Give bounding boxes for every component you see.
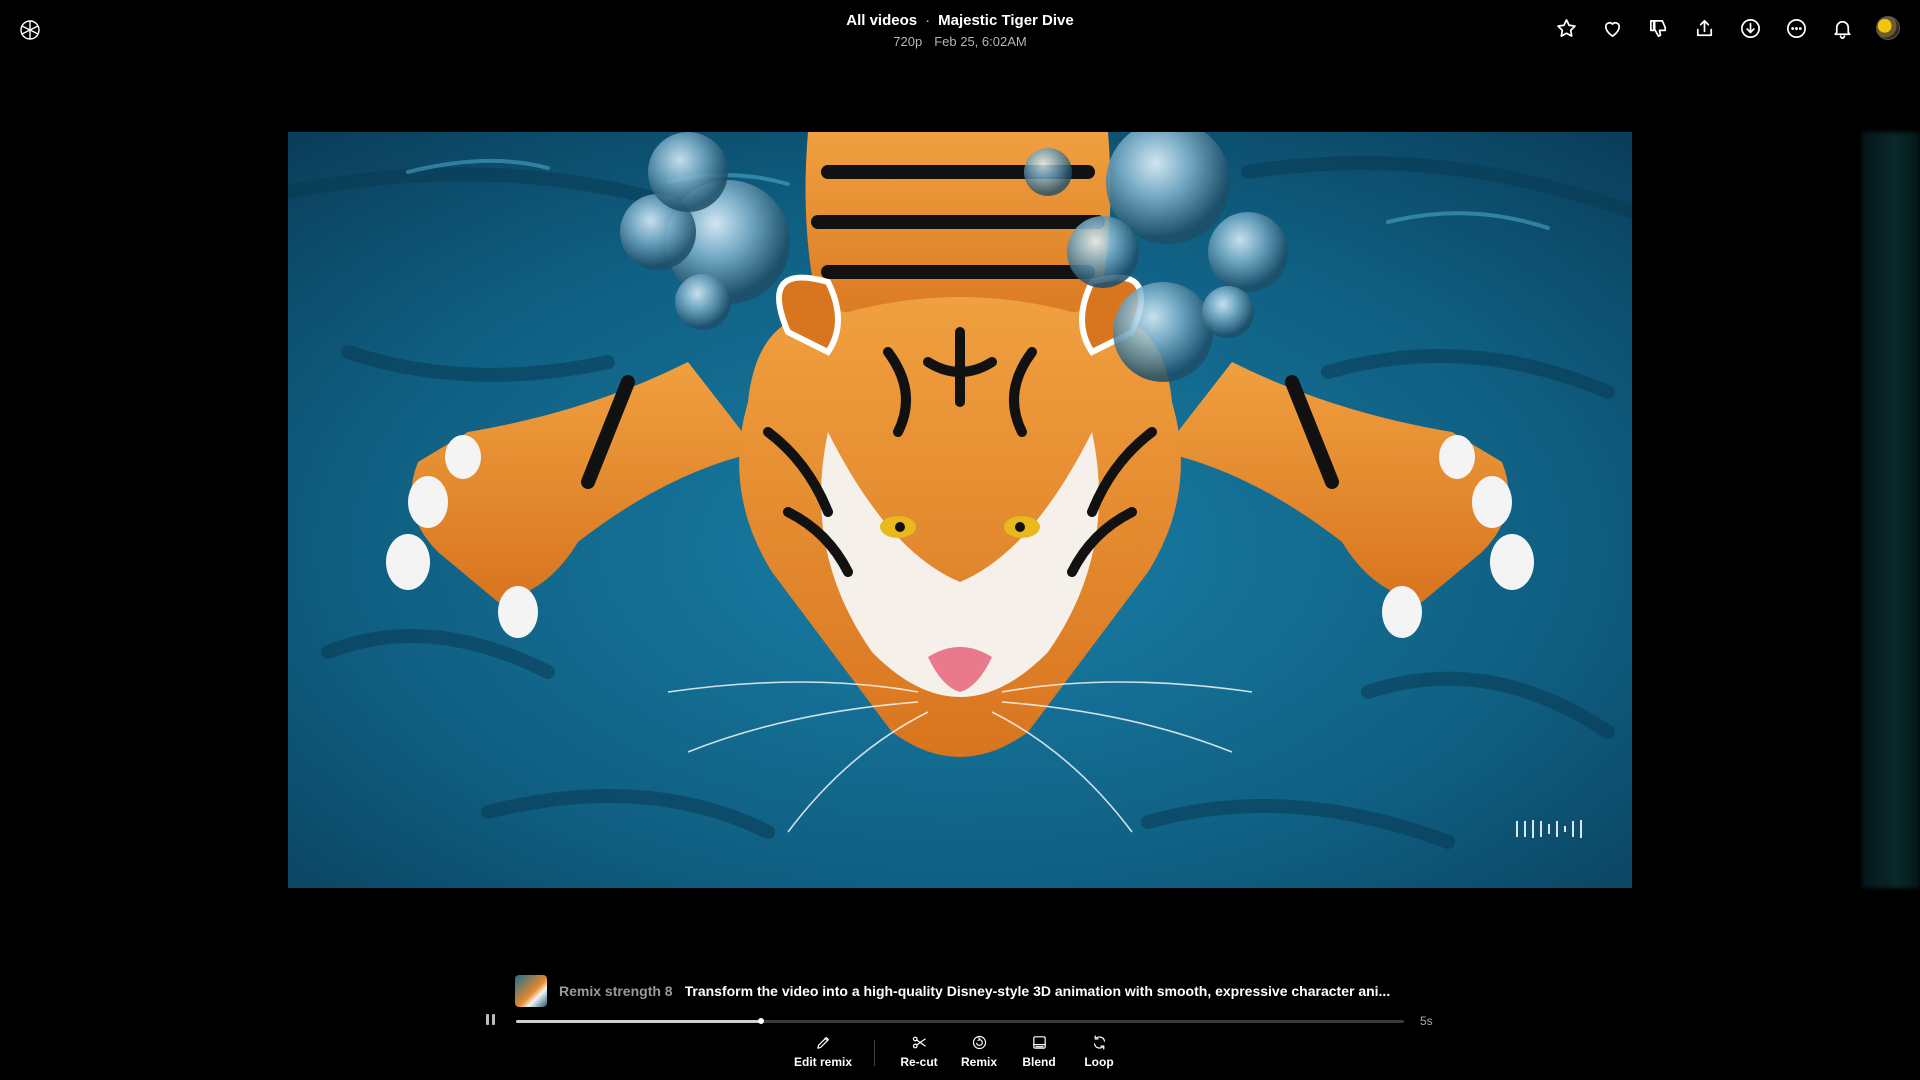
audio-waveform-indicator (1516, 820, 1582, 838)
loop-button[interactable]: Loop (1069, 1034, 1129, 1069)
blend-label: Blend (1022, 1055, 1056, 1069)
top-action-bar (1554, 16, 1900, 40)
user-avatar[interactable] (1876, 16, 1900, 40)
share-button[interactable] (1692, 16, 1716, 40)
video-timestamp: Feb 25, 6:02AM (934, 34, 1027, 49)
breadcrumb-all-videos[interactable]: All videos (846, 12, 917, 29)
recut-button[interactable]: Re-cut (889, 1034, 949, 1069)
video-player[interactable] (288, 132, 1632, 888)
download-icon (1740, 18, 1760, 38)
prompt-text[interactable]: Transform the video into a high-quality … (685, 983, 1391, 999)
blend-icon (1032, 1036, 1046, 1049)
scissors-icon (912, 1036, 926, 1049)
remix-toolbar: Edit remix Re-cut Remix Blend Loop (788, 1034, 1129, 1069)
video-title: Majestic Tiger Dive (938, 12, 1074, 29)
remix-icon (972, 1035, 986, 1050)
video-frame (288, 132, 1632, 888)
dislike-button[interactable] (1646, 16, 1670, 40)
playback-progress-bar[interactable] (516, 1018, 1404, 1024)
loop-icon (1093, 1035, 1105, 1050)
dislike-icon (1649, 19, 1666, 37)
pencil-icon (816, 1036, 829, 1049)
notifications-button[interactable] (1830, 16, 1854, 40)
remix-label: Remix (960, 1055, 998, 1069)
remix-strength-label: Remix strength 8 (559, 983, 673, 999)
more-options-button[interactable] (1784, 16, 1808, 40)
loop-label: Loop (1084, 1055, 1114, 1069)
like-heart-icon (1604, 21, 1620, 37)
more-options-icon (1786, 18, 1806, 38)
download-button[interactable] (1738, 16, 1762, 40)
recut-label: Re-cut (900, 1055, 938, 1069)
progress-fill (516, 1020, 762, 1023)
video-resolution: 720p (893, 34, 923, 49)
notifications-bell-icon (1833, 20, 1851, 39)
source-thumbnail[interactable] (515, 975, 547, 1007)
edit-remix-button[interactable]: Edit remix (788, 1034, 858, 1069)
remix-button[interactable]: Remix (949, 1034, 1009, 1069)
next-video-preview[interactable] (1862, 132, 1920, 888)
toolbar-divider (874, 1040, 875, 1066)
blend-button[interactable]: Blend (1009, 1034, 1069, 1069)
remix-prompt-row: Remix strength 8 Transform the video int… (515, 975, 1415, 1007)
progress-knob[interactable] (758, 1018, 765, 1024)
like-button[interactable] (1600, 16, 1624, 40)
pause-button[interactable] (486, 1014, 498, 1028)
breadcrumb-separator: · (925, 12, 931, 29)
video-duration: 5s (1420, 1014, 1433, 1028)
favorite-star-icon (1556, 18, 1576, 37)
favorite-button[interactable] (1554, 16, 1578, 40)
edit-remix-label: Edit remix (793, 1055, 853, 1069)
share-icon (1696, 19, 1712, 36)
